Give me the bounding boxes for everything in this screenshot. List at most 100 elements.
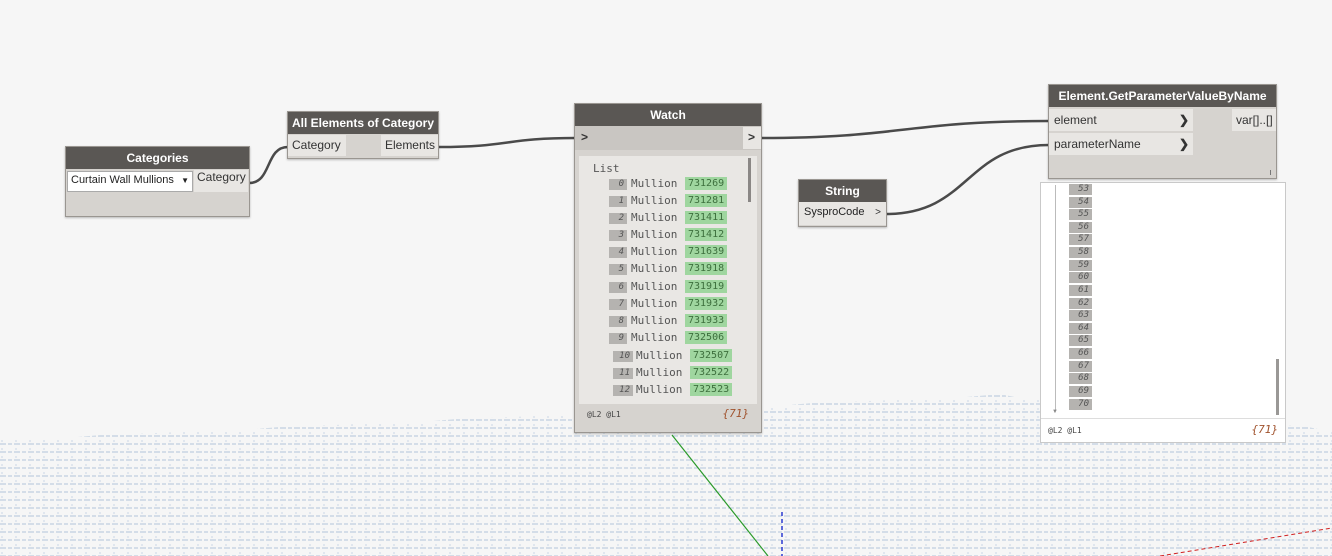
list-item[interactable]: 6 Mullion 731919	[579, 280, 749, 295]
preview-levels: @L2 @L1	[1048, 426, 1082, 435]
preview-index: 68	[1069, 373, 1092, 384]
output-port[interactable]: >	[743, 127, 761, 149]
item-index: 8	[609, 316, 627, 327]
list-item[interactable]: 0 Mullion 731269	[579, 177, 749, 192]
preview-count: {71}	[1251, 423, 1279, 436]
item-type: Mullion	[636, 383, 683, 396]
preview-index: 67	[1069, 361, 1092, 372]
item-index: 6	[609, 282, 627, 293]
wire-categories-to-all-elements	[248, 145, 289, 185]
item-type: Mullion	[631, 211, 678, 224]
input-port-parametername[interactable]: parameterName ❯	[1049, 133, 1193, 155]
preview-index: 65	[1069, 335, 1092, 346]
port-label: parameterName	[1054, 137, 1141, 151]
port-label: Elements	[384, 138, 435, 152]
preview-index: 60	[1069, 272, 1092, 283]
input-port-element[interactable]: element ❯	[1049, 109, 1193, 131]
list-item[interactable]: 5 Mullion 731918	[579, 262, 749, 277]
item-type: Mullion	[631, 280, 678, 293]
list-item[interactable]: 1 Mullion 731281	[579, 194, 749, 209]
item-index: 12	[613, 385, 633, 396]
item-index: 0	[609, 179, 627, 190]
item-type: Mullion	[631, 245, 678, 258]
list-item[interactable]: 8 Mullion 731933	[579, 314, 749, 329]
output-port-var[interactable]: var[]..[]	[1232, 109, 1276, 131]
preview-index: 55	[1069, 209, 1092, 220]
list-item[interactable]: 10 Mullion 732507	[579, 349, 749, 364]
preview-index: 61	[1069, 285, 1092, 296]
list-item[interactable]: 12 Mullion 732523	[579, 383, 749, 398]
list-item[interactable]: 9 Mullion 732506	[579, 331, 749, 346]
input-port-category[interactable]: Category	[288, 135, 346, 156]
item-index: 11	[613, 368, 633, 379]
item-id: 731269	[685, 177, 728, 190]
preview-index: 62	[1069, 298, 1092, 309]
output-port[interactable]: >	[875, 207, 881, 218]
item-index: 4	[609, 247, 627, 258]
item-type: Mullion	[636, 349, 683, 362]
category-dropdown[interactable]: Curtain Wall Mullions ▼	[67, 171, 193, 192]
item-id: 731639	[685, 245, 728, 258]
list-item[interactable]: 7 Mullion 731932	[579, 297, 749, 312]
item-id: 731918	[685, 262, 728, 275]
output-port-elements[interactable]: Elements	[381, 135, 438, 156]
item-type: Mullion	[636, 366, 683, 379]
preview-index: 57	[1069, 234, 1092, 245]
resize-handle[interactable]	[1270, 170, 1271, 175]
preview-index: 58	[1069, 247, 1092, 258]
preview-index: 70	[1069, 399, 1092, 410]
preview-index: 63	[1069, 310, 1092, 321]
item-index: 10	[613, 351, 633, 362]
node-title[interactable]: String	[799, 180, 886, 202]
string-value[interactable]: SysproCode	[804, 206, 865, 218]
node-title[interactable]: Element.GetParameterValueByName	[1049, 85, 1276, 107]
input-port[interactable]: >	[581, 130, 588, 144]
get-parameter-value-node[interactable]: Element.GetParameterValueByName element …	[1048, 84, 1277, 179]
item-type: Mullion	[631, 228, 678, 241]
wire-watch-to-element	[761, 119, 1050, 140]
all-elements-of-category-node[interactable]: All Elements of Category Category Elemen…	[287, 111, 439, 159]
preview-scrollbar-thumb[interactable]	[1276, 359, 1279, 415]
item-type: Mullion	[631, 314, 678, 327]
list-item[interactable]: 4 Mullion 731639	[579, 245, 749, 260]
output-port-category[interactable]: Category	[194, 170, 248, 192]
item-index: 9	[609, 333, 627, 344]
item-type: Mullion	[631, 177, 678, 190]
item-id: 731932	[685, 297, 728, 310]
wire-all-elements-to-watch	[438, 136, 577, 149]
preview-index: 59	[1069, 260, 1092, 271]
node-title[interactable]: Watch	[575, 104, 761, 126]
item-type: Mullion	[631, 262, 678, 275]
node-title[interactable]: All Elements of Category	[288, 112, 438, 134]
chevron-right-icon: ❯	[1178, 113, 1189, 127]
item-count: {71}	[722, 407, 750, 420]
watch-node[interactable]: Watch > > List 0 Mullion 731269 1 Mullio…	[574, 103, 762, 433]
preview-tree-arrow: ▼	[1052, 409, 1058, 415]
item-index: 7	[609, 299, 627, 310]
watch-list-panel[interactable]: List 0 Mullion 731269 1 Mullion 731281 2…	[579, 156, 757, 404]
string-node[interactable]: String SysproCode >	[798, 179, 887, 227]
chevron-right-icon: ❯	[1178, 137, 1189, 151]
list-item[interactable]: 11 Mullion 732522	[579, 366, 749, 381]
item-id: 731411	[685, 211, 728, 224]
item-id: 732506	[685, 331, 728, 344]
item-index: 3	[609, 230, 627, 241]
categories-node[interactable]: Categories Curtain Wall Mullions ▼ Categ…	[65, 146, 250, 217]
preview-index: 64	[1069, 323, 1092, 334]
item-index: 1	[609, 196, 627, 207]
preview-index: 56	[1069, 222, 1092, 233]
list-item[interactable]: 2 Mullion 731411	[579, 211, 749, 226]
node-title[interactable]: Categories	[66, 147, 249, 169]
output-chevron: >	[748, 130, 756, 144]
preview-index: 69	[1069, 386, 1092, 397]
item-id: 731933	[685, 314, 728, 327]
preview-divider	[1041, 418, 1285, 419]
preview-index: 66	[1069, 348, 1092, 359]
item-index: 2	[609, 213, 627, 224]
item-id: 731919	[685, 280, 728, 293]
list-label: List	[593, 162, 620, 175]
item-id: 732507	[690, 349, 733, 362]
item-type: Mullion	[631, 331, 678, 344]
list-item[interactable]: 3 Mullion 731412	[579, 228, 749, 243]
preview-bubble[interactable]: ▼ 53 54 55 56 57 58 59 60 61 62 63 64 65…	[1040, 182, 1286, 443]
